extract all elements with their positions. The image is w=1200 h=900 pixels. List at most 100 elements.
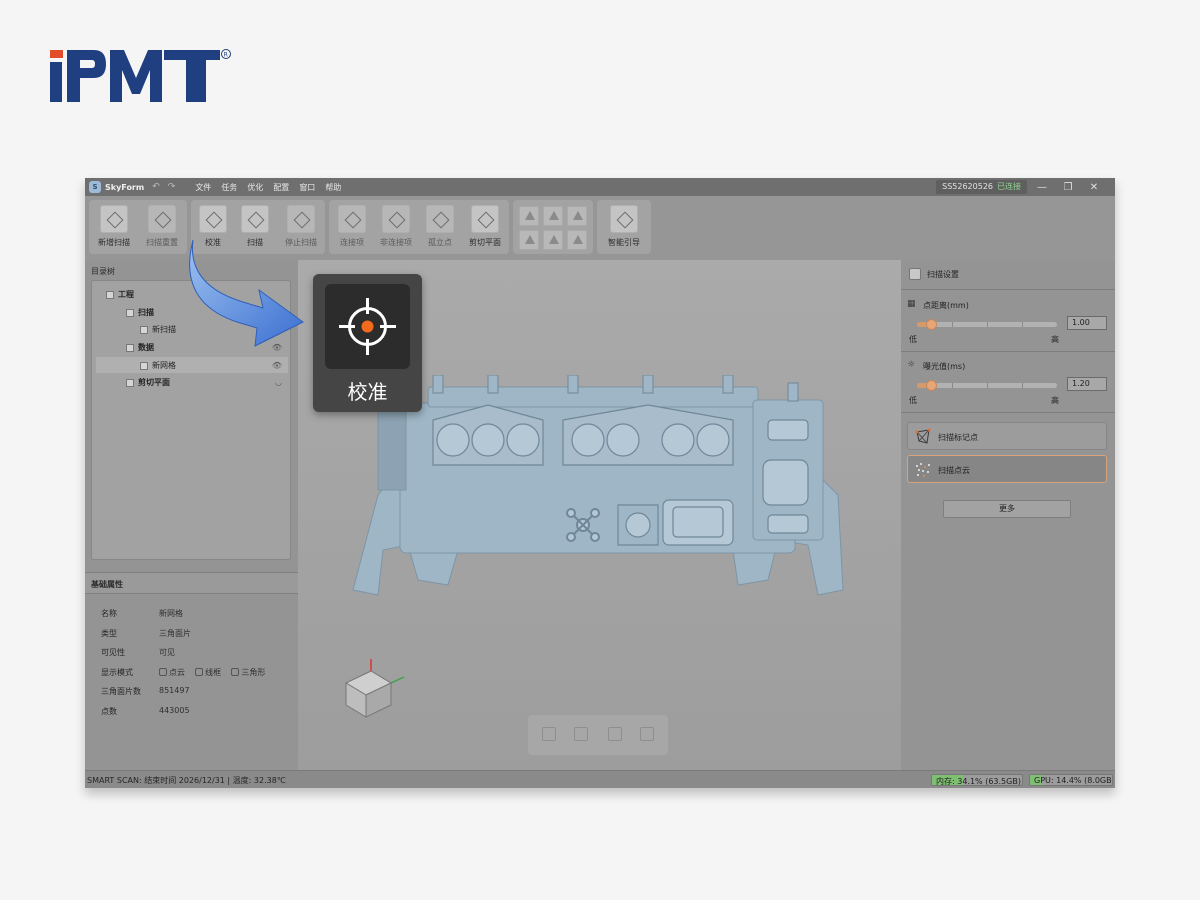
calibrate-callout-icon-box [325, 284, 410, 369]
new-scan-label: 新增扫描 [98, 238, 130, 247]
scan-item-icon [140, 325, 148, 334]
settings-icon [909, 268, 921, 280]
prop-value: 三角面片 [159, 629, 191, 638]
slider-tick [987, 322, 988, 327]
trash-icon[interactable] [640, 727, 654, 741]
view-mode-icon-4[interactable] [519, 230, 539, 250]
layers-icon[interactable] [608, 727, 622, 741]
more-button[interactable]: 更多 [943, 500, 1071, 518]
tree-node-new-mesh-label: 新网格 [152, 361, 176, 370]
view-mode-icon-1[interactable] [519, 206, 539, 226]
orientation-cube[interactable] [336, 655, 406, 725]
new-scan-icon [100, 205, 128, 233]
prop-value: 851497 [159, 686, 190, 695]
exposure-section: ☼ 曝光值(ms) 1.20 低 高 [901, 353, 1115, 413]
cut-plane-label: 剪切平面 [469, 238, 501, 247]
tree-node-scan[interactable]: 扫描 [126, 307, 154, 318]
isolated-points-button[interactable]: 孤立点 [417, 200, 463, 254]
view-mode-icon-5[interactable] [543, 230, 563, 250]
view-mode-icon-6[interactable] [567, 230, 587, 250]
close-icon[interactable]: ✕ [1081, 182, 1107, 193]
prop-row-name: 名称 新网格 [101, 608, 291, 619]
prop-key: 点数 [101, 707, 117, 716]
tree-node-new-scan-label: 新扫描 [152, 325, 176, 334]
memory-usage-text: 内存: 34.1% (63.5GB) [936, 777, 1021, 786]
toolbar-group-scan-setup: 新增扫描 扫描重置 [89, 200, 187, 254]
tree-node-data[interactable]: 数据 [126, 342, 154, 353]
slider-tick [1022, 383, 1023, 388]
view-mode-icon-3[interactable] [567, 206, 587, 226]
calibrate-callout[interactable]: 校准 [313, 274, 422, 412]
point-density-slider[interactable] [917, 319, 1057, 330]
mode-tri-label: 三角形 [241, 668, 266, 677]
tree-node-project[interactable]: 工程 [106, 289, 134, 300]
cut-plane-icon [471, 205, 499, 233]
pmt-logo: R [50, 46, 240, 104]
app-icon: S [89, 181, 101, 193]
prop-value: 可见 [159, 648, 175, 657]
tree-node-data-label: 数据 [138, 343, 154, 352]
scan-settings-title: 扫描设置 [927, 270, 959, 279]
scan-markers-option[interactable]: 扫描标记点 [907, 422, 1107, 450]
point-density-input[interactable]: 1.00 [1067, 316, 1107, 330]
slider-handle[interactable] [926, 319, 937, 330]
new-scan-button[interactable]: 新增扫描 [89, 200, 139, 254]
scan-node-icon [126, 308, 134, 317]
tree-node-new-scan[interactable]: 新扫描 [140, 324, 176, 335]
menu-help[interactable]: 帮助 [325, 182, 341, 193]
menu-optimize[interactable]: 优化 [247, 182, 263, 193]
exposure-input[interactable]: 1.20 [1067, 377, 1107, 391]
menu-task[interactable]: 任务 [221, 182, 237, 193]
redo-icon[interactable]: ↷ [168, 182, 176, 192]
checkbox-icon [159, 668, 167, 676]
properties-header: 基础属性 [85, 572, 298, 594]
mode-wire-checkbox[interactable]: 线框 [195, 668, 221, 677]
gpu-usage-text: GPU: 14.4% (8.0GB) [1034, 776, 1113, 785]
slider-tick [952, 322, 953, 327]
view-mode-icon-2[interactable] [543, 206, 563, 226]
scan-point-cloud-option[interactable]: 扫描点云 [907, 455, 1107, 483]
device-connected-label: 已连接 [997, 182, 1021, 191]
slider-handle[interactable] [926, 380, 937, 391]
non-connect-button[interactable]: 非连接项 [373, 200, 419, 254]
slider-tick [952, 383, 953, 388]
mode-point-checkbox[interactable]: 点云 [159, 668, 185, 677]
tree-selection-highlight [96, 357, 288, 373]
tree-node-cut-plane[interactable]: 剪切平面 [126, 377, 170, 388]
point-density-section: ▦ 点距离(mm) 1.00 低 高 [901, 292, 1115, 352]
eye-icon[interactable]: 👁 [272, 361, 282, 370]
prop-value: 443005 [159, 706, 190, 715]
connect-label: 连接项 [340, 238, 364, 247]
minimize-icon[interactable]: — [1029, 182, 1055, 193]
menu-config[interactable]: 配置 [273, 182, 289, 193]
cut-plane-node-icon [126, 378, 134, 387]
device-status[interactable]: SS52620526 已连接 [936, 180, 1027, 194]
display-mode-options: 点云 线框 三角形 [159, 667, 265, 678]
comment-icon[interactable] [542, 727, 556, 741]
restore-icon[interactable]: ❐ [1055, 182, 1081, 193]
prop-row-visibility: 可见性 可见 [101, 647, 291, 658]
toolbar-group-guide: 智能引导 [597, 200, 651, 254]
menu-file[interactable]: 文件 [195, 182, 211, 193]
app-name: SkyForm [105, 182, 145, 192]
reset-scan-button[interactable]: 扫描重置 [137, 200, 187, 254]
eye-hidden-icon[interactable]: ◡ [275, 378, 282, 387]
exposure-label: 曝光值(ms) [923, 362, 966, 371]
connect-button[interactable]: 连接项 [329, 200, 375, 254]
undo-icon[interactable]: ↶ [152, 182, 160, 192]
prop-row-display-mode: 显示模式 点云 线框 三角形 [101, 667, 291, 678]
tree-node-scan-label: 扫描 [138, 308, 154, 317]
reset-scan-label: 扫描重置 [146, 238, 178, 247]
folder-icon [106, 290, 114, 299]
slider-low-label: 低 [909, 335, 917, 344]
mode-tri-checkbox[interactable]: 三角形 [231, 668, 265, 677]
copy-icon[interactable] [574, 727, 588, 741]
smart-guide-button[interactable]: 智能引导 [599, 200, 649, 254]
properties-title: 基础属性 [91, 580, 123, 589]
menu-window[interactable]: 窗口 [299, 182, 315, 193]
exposure-slider[interactable] [917, 380, 1057, 391]
tree-node-new-mesh[interactable]: 新网格 [140, 360, 176, 371]
cut-plane-button[interactable]: 剪切平面 [461, 200, 509, 254]
tree-node-project-label: 工程 [118, 290, 134, 299]
non-connect-label: 非连接项 [380, 238, 412, 247]
